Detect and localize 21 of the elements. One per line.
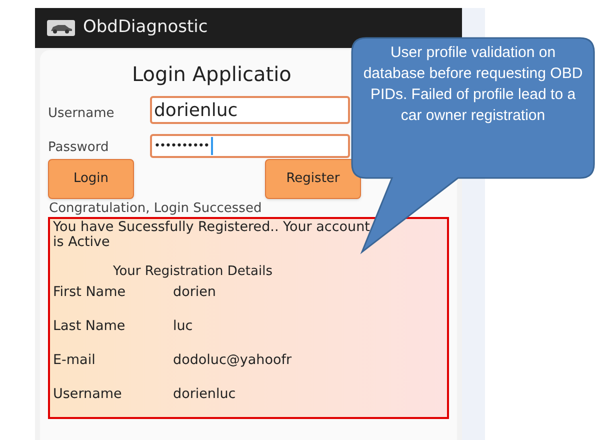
app-title: ObdDiagnostic bbox=[83, 16, 208, 40]
detail-value: dodoluc@yahoofr bbox=[173, 351, 292, 370]
registration-message: You have Sucessfully Registered.. Your account is Active bbox=[53, 219, 371, 250]
detail-label: First Name bbox=[53, 283, 127, 302]
username-field[interactable]: dorienluc bbox=[150, 96, 350, 124]
login-title: Login Applicatio bbox=[132, 64, 292, 88]
detail-label: E-mail bbox=[53, 351, 96, 370]
detail-value: luc bbox=[173, 317, 193, 336]
status-message: Congratulation, Login Successed bbox=[48, 201, 263, 217]
callout-text: User profile validation on database before requesting OBD PIDs. Failed of profile lead to a car owner registration bbox=[362, 43, 584, 126]
register-button[interactable]: Register bbox=[265, 159, 361, 199]
detail-value: dorien bbox=[173, 283, 216, 302]
login-button[interactable]: Login bbox=[48, 159, 134, 199]
car-icon bbox=[47, 20, 75, 36]
field-label: Password bbox=[48, 138, 110, 156]
detail-value: dorienluc bbox=[173, 385, 236, 404]
field-label: Username bbox=[48, 104, 116, 122]
password-field[interactable]: •••••••••• bbox=[150, 134, 350, 158]
detail-label: Last Name bbox=[53, 317, 126, 336]
detail-label: Username bbox=[53, 385, 123, 404]
registration-heading: Your Registration Details bbox=[113, 264, 272, 279]
